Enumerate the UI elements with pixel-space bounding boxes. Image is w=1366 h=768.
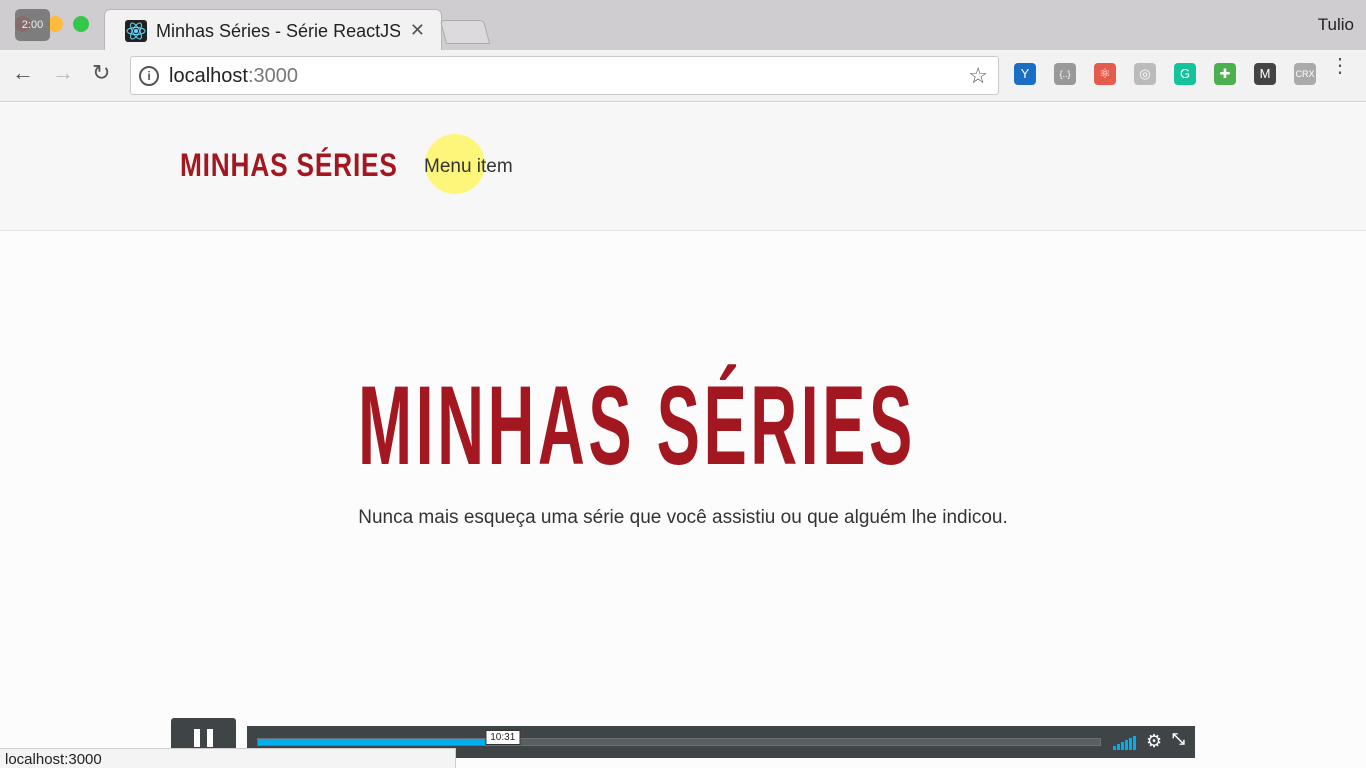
react-devtools-icon[interactable]: ⚛ [1094, 63, 1116, 85]
bookmark-star-icon[interactable]: ☆ [968, 63, 988, 89]
json-viewer-icon[interactable]: {..} [1054, 63, 1076, 85]
hero-logo: MINHAS SÉRIES [358, 363, 916, 488]
url-host: localhost [169, 65, 248, 87]
crx-icon[interactable]: CRX [1294, 63, 1316, 85]
address-bar[interactable]: i localhost:3000 ☆ [130, 56, 999, 95]
reload-icon[interactable]: ↻ [92, 60, 110, 86]
close-tab-icon[interactable]: ✕ [410, 20, 425, 41]
browser-menu-icon[interactable]: ⋮ [1330, 56, 1350, 76]
hero-tagline: Nunca mais esqueça uma série que você as… [358, 507, 1008, 528]
navbar-brand-logo[interactable]: MINHAS SÉRIES [180, 147, 398, 184]
volume-icon[interactable] [1113, 736, 1137, 750]
browser-titlebar: 2:00 Minhas Séries - Série ReactJS ✕ Tul… [0, 0, 1366, 51]
browser-tab-active[interactable]: Minhas Séries - Série ReactJS ✕ [104, 9, 442, 51]
back-arrow-icon[interactable]: ← [12, 60, 34, 86]
navbar-menu-item[interactable]: Menu item [424, 156, 513, 178]
mailtrack-icon[interactable]: M [1254, 63, 1276, 85]
url-text[interactable]: localhost:3000 [169, 65, 298, 88]
browser-toolbar: ← → ↻ i localhost:3000 ☆ Y {..} ⚛ ◎ G ✚ M CRX ⋮ [0, 50, 1366, 102]
pause-icon-bar-right [207, 729, 213, 747]
add-extension-icon[interactable]: ✚ [1214, 63, 1236, 85]
vue-devtools-icon[interactable]: Y [1014, 63, 1036, 85]
settings-gear-icon[interactable]: ⚙ [1146, 731, 1162, 752]
recording-timer-badge: 2:00 [15, 9, 50, 41]
link-status-bar: localhost:3000 [0, 748, 456, 768]
grammarly-icon[interactable]: G [1174, 63, 1196, 85]
maximize-window-button[interactable] [73, 16, 89, 32]
fullscreen-icon[interactable]: ⤡ [1172, 731, 1185, 749]
current-time-tooltip: 10:31 [485, 730, 521, 745]
new-tab-button[interactable] [439, 20, 491, 44]
react-icon [125, 20, 147, 42]
site-navbar: MINHAS SÉRIES Menu item [0, 103, 1366, 231]
forward-arrow-icon[interactable]: → [52, 60, 74, 86]
url-port: :3000 [247, 65, 298, 87]
redux-devtools-icon[interactable]: ◎ [1134, 63, 1156, 85]
profile-name[interactable]: Tulio [1318, 15, 1354, 35]
tab-title: Minhas Séries - Série ReactJS [156, 21, 400, 41]
site-info-icon[interactable]: i [139, 66, 159, 86]
video-progress-track[interactable]: 10:31 [257, 730, 1101, 746]
pause-icon-bar-left [194, 729, 200, 747]
video-played-bar [258, 739, 503, 745]
